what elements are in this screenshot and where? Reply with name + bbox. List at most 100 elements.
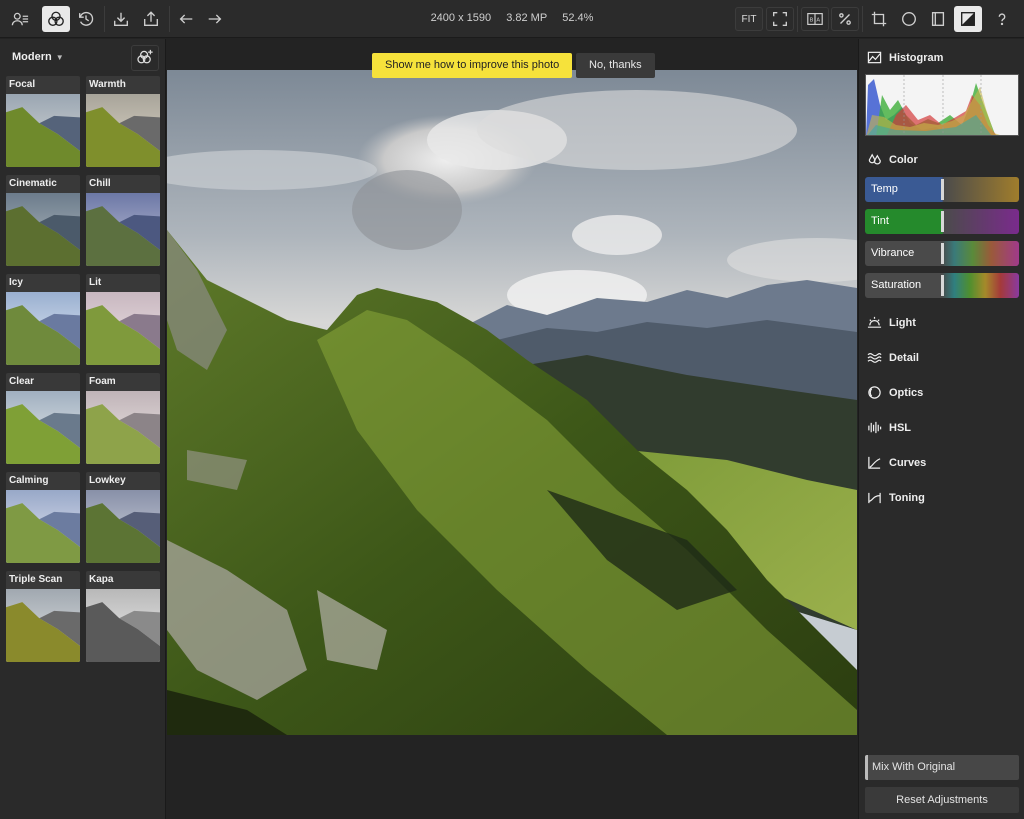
preset-label: Warmth [89, 79, 126, 90]
vibrance-slider-label: Vibrance [871, 247, 915, 259]
preset-label: Cinematic [9, 178, 57, 189]
preset-tile-clear[interactable]: Clear [6, 373, 80, 464]
chevron-down-icon: ▼ [55, 52, 64, 62]
preset-label: Chill [89, 178, 111, 189]
percent-view-button[interactable] [831, 7, 859, 31]
curves-label: Curves [889, 456, 927, 469]
light-section-header[interactable]: Light [867, 315, 916, 330]
vibrance-slider[interactable]: Vibrance [865, 241, 1019, 266]
share-button[interactable] [137, 6, 165, 32]
preset-thumbnail [86, 193, 160, 266]
improve-photo-tip-button[interactable]: Show me how to improve this photo [372, 53, 573, 78]
preset-thumbnail [86, 391, 160, 464]
effects-button[interactable] [42, 6, 70, 32]
preset-thumbnail [6, 292, 80, 365]
redo-button[interactable] [201, 6, 229, 32]
preset-tile-cinematic[interactable]: Cinematic [6, 175, 80, 266]
photo-canvas: Show me how to improve this photo No, th… [167, 39, 857, 819]
preset-label: Kapa [89, 574, 114, 585]
preset-thumbnail [86, 94, 160, 167]
preset-thumbnail [6, 490, 80, 563]
percent-icon [839, 13, 851, 25]
tint-slider-label: Tint [871, 215, 889, 227]
preset-label: Focal [9, 79, 36, 90]
svg-text:A: A [816, 18, 820, 24]
detail-section-header[interactable]: Detail [867, 350, 919, 365]
preset-tile-lowkey[interactable]: Lowkey [86, 472, 160, 563]
history-button[interactable] [72, 6, 100, 32]
preset-tile-icy[interactable]: Icy [6, 274, 80, 365]
share-icon [144, 11, 158, 26]
image-megapixels: 3.82 MP [506, 12, 548, 24]
dismiss-tip-button[interactable]: No, thanks [576, 53, 655, 78]
preset-thumbnail [6, 94, 80, 167]
history-icon [79, 11, 94, 26]
drops-icon [868, 153, 881, 165]
hsl-section-header[interactable]: HSL [867, 420, 911, 435]
mix-with-original-slider[interactable]: Mix With Original [865, 755, 1019, 780]
histogram-header[interactable]: Histogram [867, 50, 943, 65]
fit-button[interactable]: FIT [735, 7, 763, 31]
vibrance-slider-handle[interactable] [941, 243, 944, 264]
adjust-button[interactable] [954, 6, 982, 32]
undo-button[interactable] [172, 6, 200, 32]
crop-button[interactable] [865, 6, 893, 32]
preset-category-select[interactable]: Modern ▼ [12, 51, 64, 63]
preset-thumbnail [6, 391, 80, 464]
fullscreen-button[interactable] [766, 7, 794, 31]
svg-text:B: B [810, 18, 814, 24]
image-dimensions: 2400 x 1590 [430, 12, 492, 24]
temp-slider-label: Temp [871, 183, 898, 195]
tint-slider-handle[interactable] [941, 211, 944, 232]
temp-slider[interactable]: Temp [865, 177, 1019, 202]
add-effect-icon [137, 49, 153, 64]
color-section-header[interactable]: Color [867, 152, 918, 167]
fullscreen-icon [773, 12, 787, 26]
preset-thumbnail [6, 193, 80, 266]
saturation-slider-handle[interactable] [941, 275, 944, 296]
preset-thumbnail [86, 490, 160, 563]
circle-icon [902, 12, 916, 26]
toolbar-divider [104, 6, 105, 32]
help-button[interactable] [988, 6, 1016, 32]
preset-tile-foam[interactable]: Foam [86, 373, 160, 464]
tint-slider[interactable]: Tint [865, 209, 1019, 234]
preset-tile-warmth[interactable]: Warmth [86, 76, 160, 167]
preset-category-label: Modern [12, 51, 52, 63]
saturation-slider[interactable]: Saturation [865, 273, 1019, 298]
preset-label: Foam [89, 376, 116, 387]
light-label: Light [889, 316, 916, 329]
toolbar-divider [797, 6, 798, 32]
histogram-icon [867, 51, 882, 64]
landscape-image [167, 70, 857, 735]
save-button[interactable] [107, 6, 135, 32]
saturation-slider-label: Saturation [871, 279, 922, 291]
preset-tile-chill[interactable]: Chill [86, 175, 160, 266]
toning-icon [868, 492, 881, 504]
detail-label: Detail [889, 351, 919, 364]
undo-icon [179, 14, 193, 24]
photo-preview[interactable] [167, 70, 857, 735]
optics-section-header[interactable]: Optics [867, 385, 923, 400]
exposure-icon [961, 12, 975, 26]
help-icon [998, 13, 1006, 26]
toning-section-header[interactable]: Toning [867, 490, 925, 505]
preset-tile-kapa[interactable]: Kapa [86, 571, 160, 662]
add-preset-button[interactable] [131, 45, 159, 71]
preset-label: Icy [9, 277, 23, 288]
equalizer-icon [868, 421, 882, 434]
toolbar-divider [862, 6, 863, 32]
reset-adjustments-button[interactable]: Reset Adjustments [865, 787, 1019, 813]
top-toolbar: 2400 x 1590 3.82 MP 52.4% FIT BA [0, 0, 1024, 38]
preset-tile-calming[interactable]: Calming [6, 472, 80, 563]
frame-button[interactable] [924, 6, 952, 32]
optics-label: Optics [889, 386, 924, 399]
compare-button[interactable]: BA [801, 7, 829, 31]
preset-tile-lit[interactable]: Lit [86, 274, 160, 365]
preset-tile-focal[interactable]: Focal [6, 76, 80, 167]
vignette-button[interactable] [895, 6, 923, 32]
user-settings-button[interactable] [6, 6, 34, 32]
curves-section-header[interactable]: Curves [867, 455, 926, 470]
temp-slider-handle[interactable] [941, 179, 944, 200]
preset-tile-triple-scan[interactable]: Triple Scan [6, 571, 80, 662]
